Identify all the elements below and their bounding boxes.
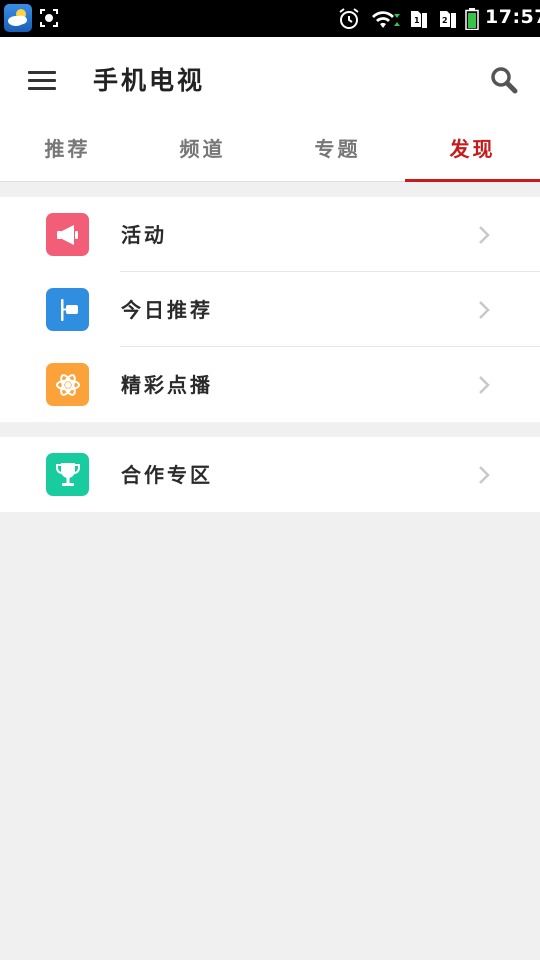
- app-bar: 手机电视: [0, 37, 540, 120]
- tab-bar: 推荐 频道 专题 发现: [0, 120, 540, 182]
- alarm-icon: [337, 7, 361, 31]
- list-item-activities[interactable]: 活动: [0, 197, 540, 272]
- screenshot-icon: [40, 9, 58, 27]
- svg-text:2: 2: [442, 16, 448, 25]
- partner-list-group: 合作专区: [0, 437, 540, 512]
- list-item-label: 今日推荐: [121, 298, 213, 322]
- weather-icon: [4, 4, 32, 32]
- list-item-label: 活动: [121, 223, 167, 247]
- recommend-icon: [46, 288, 89, 331]
- tab-discover[interactable]: 发现: [405, 120, 540, 182]
- list-item-partner-zone[interactable]: 合作专区: [0, 437, 540, 512]
- list-item-label: 精彩点播: [121, 373, 213, 397]
- battery-icon: [465, 8, 479, 31]
- list-item-on-demand[interactable]: 精彩点播: [0, 347, 540, 422]
- chevron-right-icon: [478, 225, 490, 245]
- sim2-icon: 2: [437, 9, 457, 29]
- sim1-icon: 1: [408, 9, 428, 29]
- svg-text:1: 1: [414, 16, 420, 25]
- megaphone-icon: [46, 213, 89, 256]
- tab-recommend[interactable]: 推荐: [0, 120, 135, 181]
- trophy-icon: [46, 453, 89, 496]
- status-bar: 1 2 17:57: [0, 0, 540, 37]
- tab-topics[interactable]: 专题: [270, 120, 405, 181]
- chevron-right-icon: [478, 375, 490, 395]
- search-icon[interactable]: [490, 66, 518, 94]
- chevron-right-icon: [478, 300, 490, 320]
- status-time: 17:57: [485, 6, 540, 28]
- tab-channels[interactable]: 频道: [135, 120, 270, 181]
- atom-icon: [46, 363, 89, 406]
- chevron-right-icon: [478, 465, 490, 485]
- wifi-icon: [372, 8, 400, 30]
- menu-icon[interactable]: [28, 71, 56, 90]
- discover-list-group: 活动 今日推荐 精彩点播: [0, 197, 540, 422]
- list-item-today-recommend[interactable]: 今日推荐: [0, 272, 540, 347]
- page-title: 手机电视: [93, 66, 206, 95]
- list-item-label: 合作专区: [121, 463, 213, 487]
